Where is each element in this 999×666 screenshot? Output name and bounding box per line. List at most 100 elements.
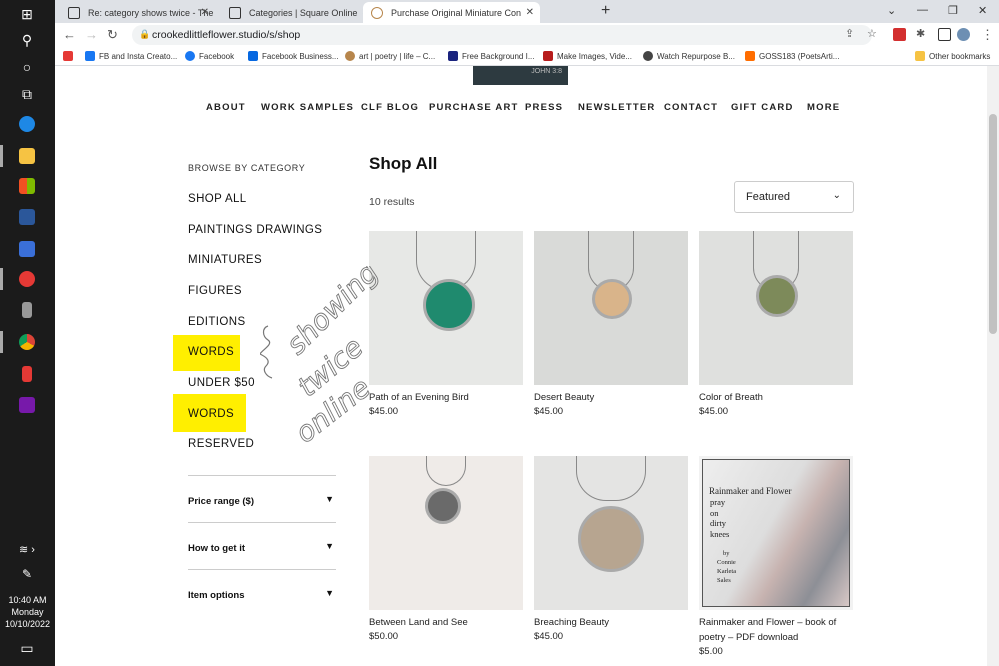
back-icon[interactable]: ←: [63, 27, 76, 42]
notification-icon[interactable]: ▭: [14, 636, 40, 660]
filter-price-range[interactable]: Price range ($) ▼: [188, 475, 336, 522]
product-image[interactable]: [369, 456, 523, 610]
product-card[interactable]: Between Land and See $50.00: [369, 456, 523, 642]
calendar-icon[interactable]: [14, 237, 40, 261]
category-words[interactable]: WORDS: [188, 346, 234, 358]
system-clock[interactable]: 10:40 AM Monday 10/10/2022: [0, 594, 55, 630]
category-under-50[interactable]: UNDER $50: [188, 377, 255, 389]
tab-shop[interactable]: Purchase Original Miniature Con ✕: [363, 2, 540, 23]
nav-clf-blog[interactable]: CLF BLOG: [361, 102, 419, 113]
reload-icon[interactable]: ↻: [107, 27, 118, 43]
chrome-icon[interactable]: [14, 330, 40, 354]
pen-icon[interactable]: ✎: [14, 562, 40, 586]
filter-how-to-get-it[interactable]: How to get it ▼: [188, 522, 336, 569]
site-logo[interactable]: JOHN 3:8: [473, 66, 568, 85]
poem-line: dirty: [710, 518, 727, 528]
page-scrollbar[interactable]: [987, 66, 999, 666]
category-figures[interactable]: FIGURES: [188, 285, 242, 297]
search-icon[interactable]: ⚲: [14, 28, 40, 52]
close-icon[interactable]: ✕: [201, 7, 209, 18]
bookmark-label: FB and Insta Creato...: [99, 51, 178, 61]
onenote-icon[interactable]: [14, 393, 40, 417]
other-bookmarks[interactable]: Other bookmarks: [915, 51, 990, 61]
bookmarks-bar: FB and Insta Creato... Facebook Facebook…: [55, 47, 999, 66]
nav-newsletter[interactable]: NEWSLETTER: [578, 102, 655, 113]
sort-value: Featured: [746, 191, 791, 203]
address-bar[interactable]: 🔒 crookedlittleflower.studio/s/shop: [132, 25, 872, 45]
bookmark-item[interactable]: Watch Repurpose B...: [643, 51, 735, 61]
task-view-icon[interactable]: ⧉: [14, 82, 40, 106]
bookmark-item[interactable]: GOSS183 (PoetsArti...: [745, 51, 839, 61]
category-paintings-drawings[interactable]: PAINTINGS DRAWINGS: [188, 224, 322, 236]
product-name[interactable]: Color of Breath: [699, 390, 853, 405]
product-price: $45.00: [534, 406, 564, 417]
new-tab-icon[interactable]: +: [601, 2, 610, 20]
product-card[interactable]: Color of Breath $45.00: [699, 231, 853, 417]
network-icon[interactable]: ≋ ›: [14, 537, 40, 561]
nav-about[interactable]: ABOUT: [206, 102, 246, 113]
product-image[interactable]: [534, 456, 688, 610]
results-count: 10 results: [369, 196, 415, 208]
bookmark-item[interactable]: Facebook Business...: [248, 51, 338, 61]
product-name[interactable]: Rainmaker and Flower – book of poetry – …: [699, 615, 853, 645]
product-name[interactable]: Breaching Beauty: [534, 615, 688, 630]
pendant-art: [756, 275, 798, 317]
product-image[interactable]: [534, 231, 688, 385]
scrollbar-thumb[interactable]: [989, 114, 997, 334]
close-window-icon[interactable]: ✕: [978, 4, 987, 17]
bookmark-item[interactable]: Free Background I...: [448, 51, 534, 61]
file-explorer-icon[interactable]: [14, 144, 40, 168]
youtube-bookmark[interactable]: [63, 51, 77, 61]
bookmark-item[interactable]: Facebook: [185, 51, 234, 61]
nav-purchase-art[interactable]: PURCHASE ART: [429, 102, 519, 113]
close-icon[interactable]: ✕: [526, 7, 534, 18]
category-miniatures[interactable]: MINIATURES: [188, 254, 262, 266]
nav-more[interactable]: MORE: [807, 102, 840, 113]
nav-contact[interactable]: CONTACT: [664, 102, 718, 113]
bookmark-item[interactable]: FB and Insta Creato...: [85, 51, 177, 61]
tab-search-icon[interactable]: ⌄: [887, 4, 896, 17]
cortana-icon[interactable]: ○: [14, 55, 40, 79]
product-name[interactable]: Desert Beauty: [534, 390, 688, 405]
product-price: $50.00: [369, 631, 399, 642]
windows-start-icon[interactable]: ⊞: [14, 2, 40, 26]
adobe-extension-icon[interactable]: [893, 28, 906, 41]
edge-icon[interactable]: [14, 112, 40, 136]
product-card[interactable]: Rainmaker and Flower pray on dirty knees…: [699, 456, 853, 657]
bookmark-item[interactable]: Make Images, Vide...: [543, 51, 632, 61]
paint-app-icon[interactable]: [14, 267, 40, 291]
category-shop-all[interactable]: SHOP ALL: [188, 193, 247, 205]
menu-kebab-icon[interactable]: ⋮: [981, 27, 994, 43]
app-icon[interactable]: [14, 362, 40, 386]
poem-line: knees: [710, 528, 730, 539]
tab-categories[interactable]: Categories | Square Online ✕: [221, 2, 376, 23]
profile-avatar[interactable]: [957, 28, 970, 41]
product-card[interactable]: Desert Beauty $45.00: [534, 231, 688, 417]
category-editions[interactable]: EDITIONS: [188, 316, 246, 328]
nav-gift-card[interactable]: GIFT CARD: [731, 102, 794, 113]
sort-select[interactable]: Featured ⌄: [734, 181, 854, 213]
usb-drive-icon[interactable]: [14, 298, 40, 322]
pendant-art: [423, 279, 475, 331]
word-icon[interactable]: [14, 205, 40, 229]
filter-item-options[interactable]: Item options ▼: [188, 569, 336, 616]
category-reserved[interactable]: RESERVED: [188, 438, 254, 450]
bookmark-label: Make Images, Vide...: [557, 51, 632, 61]
tab-forum[interactable]: Re: category shows twice - The S ✕: [60, 2, 215, 23]
product-image[interactable]: [699, 231, 853, 385]
product-name[interactable]: Between Land and See: [369, 615, 523, 630]
microsoft-store-icon[interactable]: [14, 174, 40, 198]
share-icon[interactable]: ⇪: [845, 27, 854, 40]
category-words-duplicate[interactable]: WORDS: [188, 408, 234, 420]
product-card[interactable]: Breaching Beauty $45.00: [534, 456, 688, 642]
minimize-icon[interactable]: —: [917, 4, 928, 16]
nav-press[interactable]: PRESS: [525, 102, 563, 113]
forward-icon[interactable]: →: [85, 27, 98, 42]
nav-work-samples[interactable]: WORK SAMPLES: [261, 102, 354, 113]
extensions-puzzle-icon[interactable]: ✱: [916, 27, 925, 40]
product-image[interactable]: Rainmaker and Flower pray on dirty knees…: [699, 456, 853, 610]
side-panel-icon[interactable]: [938, 28, 951, 41]
bookmark-item[interactable]: art | poetry | life – C...: [345, 51, 435, 61]
restore-icon[interactable]: ❐: [948, 4, 958, 17]
bookmark-star-icon[interactable]: ☆: [867, 27, 877, 40]
